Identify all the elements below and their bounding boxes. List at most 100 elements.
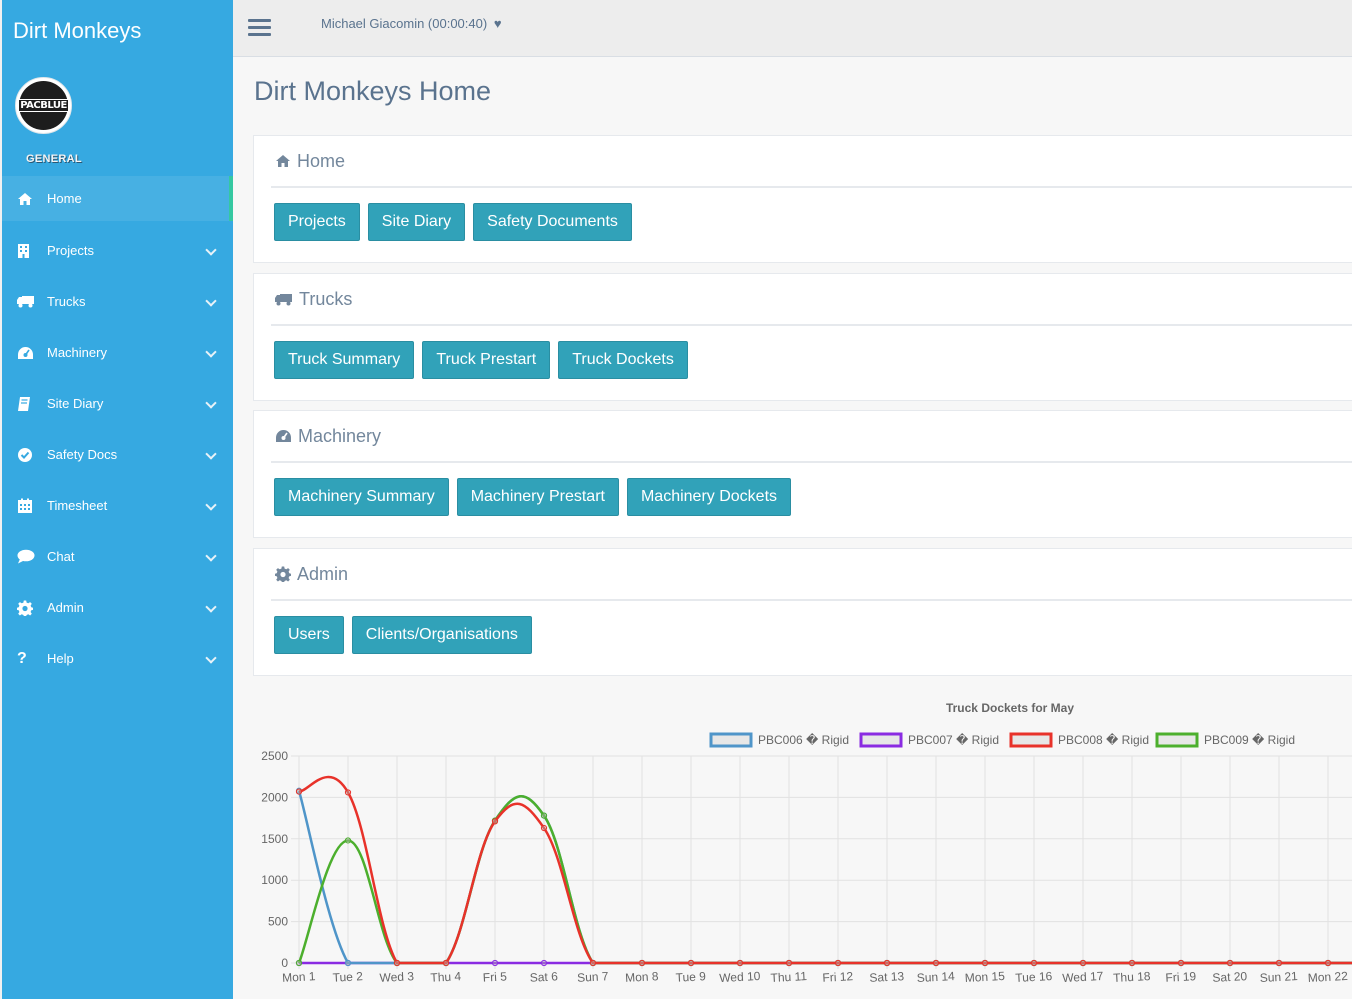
x-tick-label: Wed 17 (1062, 969, 1104, 985)
panel-title-text: Trucks (299, 288, 353, 309)
x-tick-label: Fri 5 (482, 969, 507, 984)
x-tick-label: Fri 12 (822, 969, 854, 985)
data-point-pbc008 (981, 959, 989, 967)
machinery-dockets-button[interactable]: Machinery Dockets (626, 478, 792, 516)
data-point-pbc008 (1079, 959, 1087, 967)
truck-icon (17, 295, 47, 308)
sidebar-item-help[interactable]: ? Help (2, 633, 233, 684)
truck-summary-button[interactable]: Truck Summary (274, 341, 415, 379)
question-icon: ? (17, 649, 27, 667)
sidebar-item-home[interactable]: Home (2, 176, 233, 221)
data-point-pbc008 (1177, 959, 1185, 967)
data-point-pbc006 (344, 959, 352, 967)
sidebar-item-timesheet[interactable]: Timesheet (2, 480, 233, 531)
truck-icon (275, 293, 293, 306)
company-logo: PACBLUE (15, 77, 72, 134)
safety-documents-button[interactable]: Safety Documents (473, 203, 632, 241)
data-point-pbc008 (687, 959, 695, 967)
data-point-pbc008 (1030, 959, 1038, 967)
data-point-pbc008 (883, 959, 891, 967)
gear-icon (17, 600, 47, 616)
x-tick-label: Sat 13 (869, 969, 905, 985)
users-button[interactable]: Users (274, 616, 344, 654)
x-tick-label: Sun 14 (916, 969, 955, 985)
sidebar-item-projects[interactable]: Projects (2, 225, 233, 276)
clients-organisations-button[interactable]: Clients/Organisations (351, 616, 532, 654)
data-point-pbc009 (540, 812, 548, 819)
menu-toggle-icon[interactable] (248, 19, 271, 37)
heart-icon: ♥ (493, 16, 502, 31)
comment-icon (17, 549, 47, 564)
sidebar-item-trucks[interactable]: Trucks (2, 276, 233, 327)
y-tick-label: 0 (281, 956, 288, 970)
panel-title-text: Home (297, 150, 346, 171)
x-tick-label: Mon 1 (282, 969, 316, 985)
truck-dockets-button[interactable]: Truck Dockets (558, 341, 688, 379)
y-tick-label: 1000 (261, 873, 288, 887)
data-point-pbc007 (491, 959, 499, 967)
panel-title: Admin (271, 549, 1352, 601)
x-tick-label: Tue 16 (1015, 969, 1053, 985)
machinery-summary-button[interactable]: Machinery Summary (274, 478, 449, 516)
sidebar-item-chat[interactable]: Chat (2, 531, 233, 582)
data-point-pbc008 (638, 959, 646, 967)
x-tick-label: Mon 15 (964, 969, 1005, 985)
panel-trucks: Trucks Truck Summary Truck Prestart Truck D… (253, 273, 1352, 401)
legend-swatch (859, 732, 903, 748)
y-tick-label: 2000 (261, 790, 288, 804)
data-point-pbc008 (540, 824, 548, 832)
user-name: Michael Giacomin (00:00:40) (321, 16, 488, 31)
data-point-pbc008 (1226, 959, 1234, 967)
data-point-pbc008 (344, 789, 352, 796)
panel-home: Home Projects Site Diary Safety Documents (253, 135, 1352, 263)
legend-label: PBC007 � Rigid (908, 733, 999, 747)
sidebar-item-safety-docs[interactable]: Safety Docs (2, 429, 233, 480)
projects-button[interactable]: Projects (274, 203, 360, 241)
truck-dockets-chart: Truck Dockets for May 0 500 1000 1500 2000 250… (233, 685, 1352, 999)
sidebar-item-admin[interactable]: Admin (2, 582, 233, 633)
x-tick-label: Mon 22 (1307, 969, 1348, 985)
chart-svg: Truck Dockets for May 0 500 1000 1500 2000 250… (261, 701, 1352, 985)
panel-title-text: Admin (297, 563, 349, 584)
sidebar-item-label: Home (47, 191, 82, 206)
button-row: Truck Summary Truck Prestart Truck Dockets (274, 341, 696, 379)
chart-title: Truck Dockets for May (946, 701, 1074, 715)
calendar-icon (17, 498, 47, 514)
top-nav: Michael Giacomin (00:00:40) ♥ (233, 0, 1352, 57)
truck-prestart-button[interactable]: Truck Prestart (422, 341, 551, 379)
logo-text: PACBLUE (18, 99, 69, 112)
sidebar-item-machinery[interactable]: Machinery (2, 327, 233, 378)
book-icon (17, 396, 47, 412)
data-point-pbc008 (1324, 959, 1332, 967)
legend-label: PBC006 � Rigid (758, 733, 849, 747)
button-row: Machinery Summary Machinery Prestart Machi… (274, 478, 799, 516)
panel-title-text: Machinery (298, 425, 382, 446)
brand-title[interactable]: Dirt Monkeys (2, 0, 233, 62)
data-point-pbc008 (442, 959, 450, 967)
x-tick-label: Wed 3 (379, 969, 414, 985)
legend-label: PBC009 � Rigid (1204, 733, 1295, 747)
data-point-pbc008 (393, 959, 401, 967)
sidebar-item-site-diary[interactable]: Site Diary (2, 378, 233, 429)
legend-label: PBC008 � Rigid (1058, 733, 1149, 747)
data-point-pbc007 (540, 959, 548, 967)
data-point-pbc008 (589, 959, 597, 967)
site-diary-button[interactable]: Site Diary (367, 203, 466, 241)
x-tick-label: Sun 21 (1259, 969, 1298, 985)
x-tick-label: Thu 4 (430, 969, 462, 985)
data-point-pbc008 (834, 959, 842, 967)
x-tick-label: Mon 8 (625, 969, 659, 985)
x-tick-label: Thu 11 (770, 969, 807, 985)
button-row: Projects Site Diary Safety Documents (274, 203, 640, 241)
dashboard-icon (275, 429, 292, 443)
x-tick-label: Thu 18 (1113, 969, 1151, 985)
data-point-pbc008 (491, 818, 499, 825)
machinery-prestart-button[interactable]: Machinery Prestart (456, 478, 619, 516)
building-icon (17, 243, 47, 259)
gear-icon (275, 566, 291, 582)
y-tick-label: 500 (268, 915, 288, 929)
user-session[interactable]: Michael Giacomin (00:00:40) ♥ (321, 16, 502, 31)
x-tick-label: Sat 6 (529, 969, 558, 984)
panel-title: Trucks (271, 274, 1352, 326)
data-point-pbc008 (736, 959, 744, 967)
